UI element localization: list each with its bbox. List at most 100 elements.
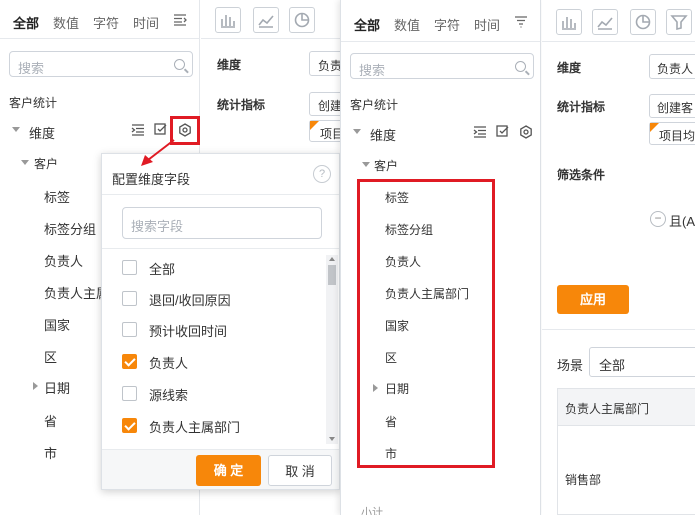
configure-dimension-popup: 配置维度字段 ? 搜索字段 全部 退回/收回原因 预计收回时间 负责人 源线索 …	[101, 153, 340, 490]
left-tab-all[interactable]: 全部	[13, 13, 39, 32]
popup-scrollbar[interactable]	[326, 255, 338, 444]
right-bar-chart-icon[interactable]	[556, 9, 582, 35]
front-dimension-collapse-icon[interactable]	[353, 129, 361, 134]
right-dimension-select[interactable]: 负责人	[649, 54, 695, 79]
popup-option[interactable]: 全部	[102, 253, 322, 281]
front-field-item[interactable]: 区	[385, 349, 397, 366]
right-dimension-label: 维度	[557, 61, 582, 75]
front-field-item[interactable]: 日期	[385, 380, 409, 397]
checkbox-unchecked[interactable]	[122, 291, 137, 306]
front-bottom-text: 小计	[361, 507, 383, 515]
scene-value: 全部	[599, 358, 626, 373]
front-checklist-icon[interactable]	[496, 125, 510, 142]
front-settings-icon[interactable]	[519, 125, 533, 142]
search-icon	[174, 59, 185, 70]
help-icon[interactable]: ?	[313, 165, 331, 183]
front-group-label: 客户	[374, 159, 399, 173]
left-field-item[interactable]: 市	[44, 443, 57, 462]
scene-label: 场景	[557, 358, 584, 373]
front-filter-menu-icon[interactable]	[514, 16, 528, 28]
front-date-expand-icon[interactable]	[373, 384, 378, 392]
left-field-item[interactable]: 标签	[44, 187, 70, 206]
popup-option-label: 退回/收回原因	[149, 293, 231, 308]
scroll-thumb[interactable]	[328, 265, 336, 285]
left-date-expand-icon[interactable]	[33, 382, 38, 390]
front-field-item[interactable]: 负责人主属部门	[385, 285, 469, 302]
scroll-up-arrow-icon[interactable]	[329, 257, 335, 261]
popup-option[interactable]: 负责人	[102, 347, 322, 375]
popup-option[interactable]: 退回/收回原因	[102, 284, 322, 312]
right-config-panel: 维度 负责人 统计指标 创建客 项目均 筛选条件 − 且(A 应用 场景 全部 …	[542, 0, 695, 515]
front-field-item[interactable]: 标签分组	[385, 221, 433, 238]
front-tabs-divider	[341, 41, 540, 42]
popup-option[interactable]: 负责人主属部门	[102, 411, 322, 439]
front-field-item[interactable]: 省	[385, 413, 397, 430]
popup-option[interactable]: 预计收回时间	[102, 315, 322, 343]
front-field-item[interactable]: 市	[385, 445, 397, 462]
right-funnel-chart-icon[interactable]	[666, 9, 692, 35]
checkbox-unchecked[interactable]	[122, 322, 137, 337]
middle-dimension-label: 维度	[217, 58, 242, 72]
popup-footer: 确 定 取 消	[102, 449, 339, 489]
front-indent-icon[interactable]	[473, 126, 487, 141]
left-dimension-collapse-icon[interactable]	[12, 127, 20, 132]
table-header-cell[interactable]: 负责人主属部门	[565, 400, 649, 417]
cancel-button[interactable]: 取 消	[268, 455, 332, 486]
left-list-menu-icon[interactable]	[173, 14, 187, 26]
middle-metric-value: 创建	[318, 99, 343, 113]
right-metric-select[interactable]: 创建客	[649, 94, 695, 118]
left-field-item[interactable]: 负责人	[44, 251, 83, 270]
line-chart-icon[interactable]	[253, 7, 279, 33]
dimension-settings-icon[interactable]	[178, 123, 192, 140]
popup-search-input[interactable]: 搜索字段	[122, 207, 322, 239]
pie-chart-icon[interactable]	[289, 7, 315, 33]
front-tab-string[interactable]: 字符	[434, 15, 460, 34]
checkbox-checked[interactable]	[122, 354, 137, 369]
front-field-item[interactable]: 标签	[385, 189, 409, 206]
left-group-collapse-icon[interactable]	[21, 160, 29, 165]
front-field-item[interactable]: 国家	[385, 317, 409, 334]
left-search-input[interactable]: 搜索	[9, 51, 193, 77]
left-field-item[interactable]: 区	[44, 347, 57, 366]
front-tab-number[interactable]: 数值	[394, 15, 420, 34]
collapse-minus-icon[interactable]: −	[650, 211, 666, 227]
scroll-down-arrow-icon[interactable]	[329, 437, 335, 441]
left-tab-number[interactable]: 数值	[53, 13, 79, 32]
right-metric-value: 创建客	[657, 101, 694, 115]
front-tab-time[interactable]: 时间	[474, 15, 500, 34]
confirm-button[interactable]: 确 定	[196, 455, 261, 486]
left-field-item[interactable]: 省	[44, 411, 57, 430]
middle-metric-label: 统计指标	[217, 98, 266, 112]
checkbox-unchecked[interactable]	[122, 260, 137, 275]
front-field-item[interactable]: 负责人	[385, 253, 421, 270]
right-metric-tag[interactable]: 项目均	[649, 122, 695, 145]
front-field-panel: 全部 数值 字符 时间 搜索 客户统计 维度 客户 标签 标签分组 负责人 负责…	[340, 0, 541, 515]
checkbox-checked[interactable]	[122, 418, 137, 433]
left-indent-icon[interactable]	[131, 124, 145, 139]
front-search-input[interactable]: 搜索	[350, 53, 534, 79]
right-metric-label: 统计指标	[557, 100, 606, 114]
popup-option[interactable]: 源线索	[102, 379, 322, 407]
apply-button[interactable]: 应用	[557, 285, 629, 314]
result-table: 负责人主属部门 销售部	[557, 388, 695, 515]
left-field-item[interactable]: 日期	[44, 378, 70, 397]
left-field-item[interactable]: 负责人主属	[44, 283, 109, 302]
bar-chart-icon[interactable]	[215, 7, 241, 33]
right-line-chart-icon[interactable]	[592, 9, 618, 35]
left-field-item[interactable]: 标签分组	[44, 219, 96, 238]
left-tabs-divider	[0, 38, 200, 39]
popup-option-label: 负责人	[149, 356, 189, 371]
right-pie-chart-icon[interactable]	[630, 9, 656, 35]
scene-select[interactable]: 全部	[589, 347, 695, 377]
popup-search-placeholder: 搜索字段	[131, 219, 184, 234]
left-tab-time[interactable]: 时间	[133, 13, 159, 32]
popup-option-label: 预计收回时间	[149, 324, 228, 339]
right-divider	[542, 41, 695, 42]
front-tab-all[interactable]: 全部	[354, 15, 380, 34]
left-tab-string[interactable]: 字符	[93, 13, 119, 32]
popup-option-label: 负责人主属部门	[149, 420, 241, 435]
checkbox-unchecked[interactable]	[122, 386, 137, 401]
right-dimension-value: 负责人	[657, 62, 694, 76]
left-field-item[interactable]: 国家	[44, 315, 70, 334]
front-group-collapse-icon[interactable]	[362, 162, 370, 167]
